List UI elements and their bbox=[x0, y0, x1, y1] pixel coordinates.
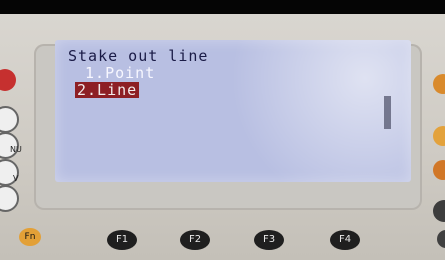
lcd-screen: Stake out line 1.Point 2.Line bbox=[55, 40, 411, 182]
f4-button[interactable]: F4 bbox=[330, 230, 360, 250]
right-key-3[interactable] bbox=[433, 160, 445, 180]
page-title: Stake out line bbox=[68, 47, 209, 65]
side-key-4[interactable] bbox=[0, 185, 19, 212]
screen-glare bbox=[211, 40, 411, 182]
right-key-2[interactable] bbox=[433, 126, 445, 146]
power-button[interactable] bbox=[0, 69, 16, 91]
top-dark-strip bbox=[0, 0, 445, 14]
menu-item-line-selected[interactable]: 2.Line bbox=[75, 82, 140, 98]
scrollbar[interactable] bbox=[384, 96, 391, 129]
f2-button[interactable]: F2 bbox=[180, 230, 210, 250]
side-label-nu: NU bbox=[10, 145, 22, 154]
f1-button[interactable]: F1 bbox=[107, 230, 137, 250]
side-label-v: V bbox=[13, 174, 19, 183]
f3-button[interactable]: F3 bbox=[254, 230, 284, 250]
menu-item-point[interactable]: 1.Point bbox=[75, 65, 155, 81]
right-key-1[interactable] bbox=[433, 74, 445, 94]
fn-button[interactable]: Fn bbox=[19, 228, 41, 246]
right-key-4[interactable] bbox=[433, 200, 445, 222]
